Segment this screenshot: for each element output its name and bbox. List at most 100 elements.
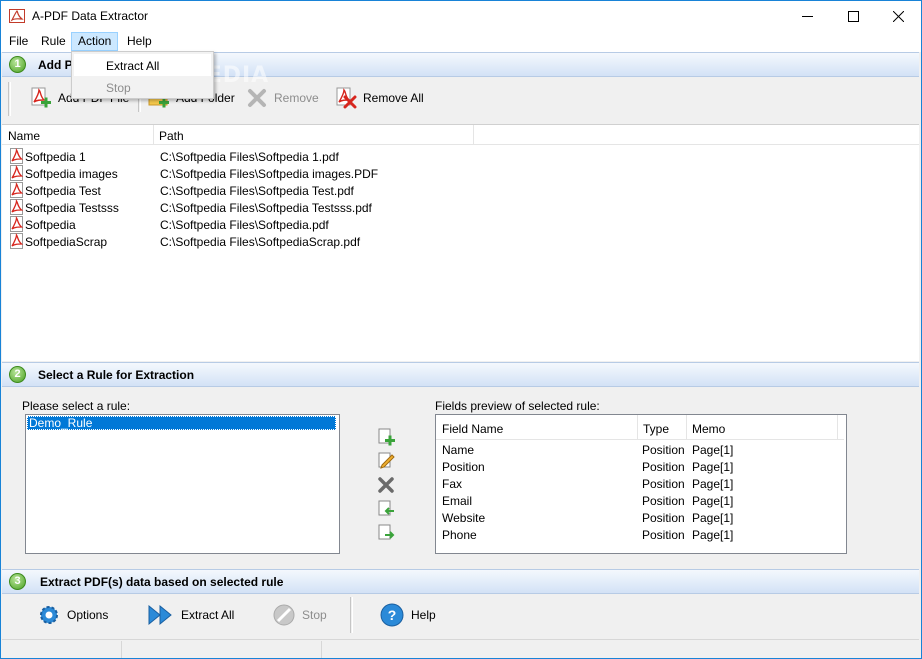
pdf-file-icon [10,216,24,232]
column-header-path[interactable]: Path [153,125,473,145]
toolbar-grip[interactable] [8,82,11,116]
remove-label: Remove [274,91,319,105]
section-extract-header: 3 Extract PDF(s) data based on selected … [2,569,919,594]
column-header-name[interactable]: Name [2,125,153,145]
add-rule-icon[interactable] [376,427,396,447]
status-pane [122,641,322,658]
field-memo: Page[1] [692,477,734,491]
step-number-badge: 3 [9,573,26,590]
field-name: Phone [442,528,477,542]
close-button[interactable] [875,1,921,31]
svg-text:?: ? [388,607,397,623]
field-type: Position [642,477,685,491]
help-label: Help [411,608,436,622]
field-name: Website [442,511,486,525]
file-list-header: Name Path [2,125,919,145]
file-name: Softpedia images [25,167,118,181]
column-divider[interactable] [473,125,474,145]
field-name: Email [442,494,473,508]
options-label: Options [67,608,109,622]
field-name: Fax [442,477,463,491]
pdf-app-icon [9,9,25,23]
field-type: Position [642,443,685,457]
menu-item-extract-all[interactable]: Extract All [74,54,211,76]
field-row[interactable]: Website Position Page[1] [442,511,837,528]
step-number-badge: 2 [9,366,26,383]
remove-all-button[interactable]: Remove All [335,85,424,111]
menu-item-stop[interactable]: Stop [74,76,211,98]
maximize-button[interactable] [830,1,876,31]
field-row[interactable]: Position Position Page[1] [442,460,837,477]
field-memo: Page[1] [692,494,734,508]
menu-file[interactable]: File [3,32,34,51]
status-bar [2,639,919,658]
field-name: Name [442,443,475,457]
close-icon [892,10,904,22]
file-list-row[interactable]: Softpedia C:\Softpedia Files\Softpedia.pd… [7,216,907,233]
app-window: A-PDF Data Extractor File Rule Action He… [0,0,922,659]
file-list-row[interactable]: Softpedia Testsss C:\Softpedia Files\Soft… [7,199,907,216]
field-name: Position [442,460,485,474]
file-list-row[interactable]: Softpedia Test C:\Softpedia Files\Softped… [7,182,907,199]
rule-area: Please select a rule: Demo_Rule Fields p… [2,387,919,567]
menu-help[interactable]: Help [121,32,158,51]
field-row[interactable]: Name Position Page[1] [442,443,837,460]
field-type: Position [642,460,685,474]
rule-item-selected[interactable]: Demo_Rule [27,416,336,430]
file-list-row[interactable]: Softpedia images C:\Softpedia Files\Softp… [7,165,907,182]
add-pdf-file-icon [31,87,51,108]
options-button[interactable]: Options [37,602,108,628]
pdf-file-icon [10,199,24,215]
fields-preview-caption: Fields preview of selected rule: [435,399,600,413]
field-type: Position [642,528,685,542]
edit-rule-icon[interactable] [376,451,396,471]
stop-button[interactable]: Stop [272,602,327,628]
gear-icon [40,606,58,624]
column-divider[interactable] [837,415,838,440]
rule-listbox[interactable]: Demo_Rule [25,414,340,554]
column-header-type[interactable]: Type [637,415,669,436]
column-header-memo[interactable]: Memo [686,415,725,436]
menu-rule[interactable]: Rule [35,32,72,51]
file-path: C:\Softpedia Files\SoftpediaScrap.pdf [160,235,361,249]
field-row[interactable]: Fax Position Page[1] [442,477,837,494]
file-path: C:\Softpedia Files\Softpedia Testsss.pdf [160,201,372,215]
help-icon: ? [380,603,404,627]
help-button[interactable]: ? Help [379,602,436,628]
extract-all-label: Extract All [181,608,235,622]
export-rule-icon[interactable] [376,523,396,543]
extract-all-button[interactable]: Extract All [147,602,234,628]
remove-all-label: Remove All [363,91,424,105]
file-path: C:\Softpedia Files\Softpedia.pdf [160,218,329,232]
window-title: A-PDF Data Extractor [32,9,149,23]
remove-all-icon [336,87,357,109]
remove-button[interactable]: Remove [246,85,319,111]
field-row[interactable]: Phone Position Page[1] [442,528,837,545]
fields-list-header: Field Name Type Memo [436,415,844,440]
pdf-file-icon [10,182,24,198]
extract-toolbar: Options Extract All Stop ? Help [2,595,919,637]
import-rule-icon[interactable] [376,499,396,519]
pdf-file-icon [10,165,24,181]
field-memo: Page[1] [692,460,734,474]
file-list-row[interactable]: SoftpediaScrap C:\Softpedia Files\Softped… [7,233,907,250]
file-list[interactable]: Name Path Softpedia 1 C:\Softpedia Files\… [2,124,919,361]
file-list-row[interactable]: Softpedia 1 C:\Softpedia Files\Softpedia … [7,148,907,165]
pdf-file-icon [10,148,24,164]
action-menu-dropdown: Extract All Stop [71,51,214,99]
stop-label: Stop [302,608,327,622]
column-header-field-name[interactable]: Field Name [436,415,503,436]
minimize-button[interactable] [784,1,830,31]
minimize-icon [801,15,813,17]
rule-list-caption: Please select a rule: [22,399,131,413]
file-name: SoftpediaScrap [25,235,108,249]
file-name: Softpedia 1 [25,150,86,164]
menu-action[interactable]: Action [71,32,119,51]
field-type: Position [642,511,685,525]
field-memo: Page[1] [692,528,734,542]
section-title: Select a Rule for Extraction [38,368,195,382]
field-memo: Page[1] [692,443,734,457]
fields-preview-list[interactable]: Field Name Type Memo Name Position Page[1]… [435,414,847,554]
field-row[interactable]: Email Position Page[1] [442,494,837,511]
delete-rule-icon[interactable] [376,475,396,495]
